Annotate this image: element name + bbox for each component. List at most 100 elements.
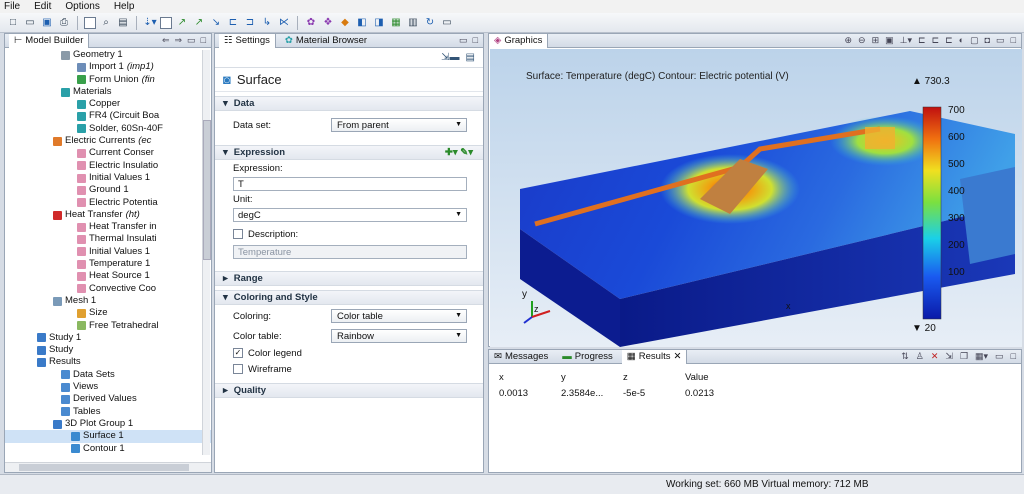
wireframe-checkbox[interactable] [233, 364, 243, 374]
view-yz-icon[interactable]: ⊏ [932, 35, 940, 46]
tree-item[interactable]: Geometry 1 [5, 49, 211, 61]
maximize-icon[interactable]: □ [1011, 351, 1016, 362]
export-icon[interactable]: ▤ [466, 52, 475, 63]
scene-light-icon[interactable]: ◐ [959, 35, 964, 46]
tab-settings[interactable]: ☷ Settings [219, 33, 276, 48]
print-icon[interactable]: ⎙ [57, 16, 71, 30]
camera-icon[interactable]: ◘ [985, 35, 990, 46]
transparency-icon[interactable]: ▢ [970, 35, 979, 46]
view-axes-icon[interactable]: ⊥▾ [900, 35, 912, 46]
tree-item[interactable]: Electric Insulatio [5, 160, 211, 172]
minimize-icon[interactable]: ▭ [187, 35, 196, 46]
save-icon[interactable]: ▣ [40, 16, 54, 30]
plot-icon[interactable]: ⇲▬ [441, 52, 459, 63]
section-data[interactable]: ▾ Data [215, 96, 483, 111]
description-checkbox[interactable] [233, 229, 243, 239]
section-coloring[interactable]: ▾ Coloring and Style [215, 290, 483, 305]
zoom-box-icon[interactable]: ⊞ [872, 35, 880, 46]
tab-results[interactable]: ▦ Results ✕ [621, 349, 688, 364]
tree-item[interactable]: Study 1 [5, 332, 211, 344]
tree-item[interactable]: Results [5, 356, 211, 368]
select-box-icon[interactable] [160, 16, 172, 29]
zoom-in-icon[interactable]: ⊕ [845, 35, 853, 46]
column-z[interactable]: z [623, 372, 685, 383]
domain-icon[interactable]: ⊏ [226, 16, 240, 30]
dataset-select[interactable]: From parent ▼ [331, 118, 467, 132]
tree-item[interactable]: Heat Transfer (ht) [5, 209, 211, 221]
plot-icon[interactable]: ⇲ [945, 351, 953, 362]
tree-item[interactable]: Size [5, 307, 211, 319]
tree-item[interactable]: Temperature 1 [5, 258, 211, 270]
maximize-icon[interactable]: □ [473, 35, 478, 46]
section-quality[interactable]: ▸ Quality [215, 383, 483, 398]
tab-progress[interactable]: ▬ Progress [557, 350, 618, 364]
tree-item[interactable]: Electric Currents (ec [5, 135, 211, 147]
table-view-icon[interactable]: ▦▾ [975, 351, 988, 362]
tab-graphics[interactable]: ◈ Graphics [489, 33, 549, 48]
expression-input[interactable]: T [233, 177, 467, 191]
tree-item[interactable]: Initial Values 1 [5, 172, 211, 184]
minimize-icon[interactable]: ▭ [459, 35, 468, 46]
tree-item[interactable]: Views [5, 381, 211, 393]
tree-item[interactable]: Initial Values 1 [5, 246, 211, 258]
line-icon[interactable]: ↗ [192, 16, 206, 30]
new-file-icon[interactable]: □ [6, 16, 20, 30]
tree-item[interactable]: Study [5, 344, 211, 356]
section-expression[interactable]: ▾ Expression ✚▾ ✎▾ [215, 145, 483, 160]
maximize-icon[interactable]: □ [201, 35, 206, 46]
close-icon[interactable]: ✕ [673, 351, 681, 362]
tree-item[interactable]: Solder, 60Sn-40F [5, 123, 211, 135]
mesh-select-icon[interactable]: ⋉ [277, 16, 291, 30]
tree-item[interactable]: Form Union (fin [5, 74, 211, 86]
pointer-icon[interactable]: ⇣▾ [143, 16, 157, 30]
plot-icon[interactable]: ▦ [389, 16, 403, 30]
window-icon[interactable] [84, 16, 96, 29]
material-icon[interactable]: ❖ [321, 16, 335, 30]
maximize-icon[interactable]: □ [1011, 35, 1016, 46]
tab-model-builder[interactable]: ⊢ Model Builder [9, 33, 90, 48]
mesh-icon[interactable]: ◆ [338, 16, 352, 30]
results-icon[interactable]: ◨ [372, 16, 386, 30]
point-icon[interactable]: ↘ [209, 16, 223, 30]
tree-item[interactable]: Ground 1 [5, 184, 211, 196]
copy-icon[interactable]: ❐ [960, 351, 968, 362]
description-input[interactable]: Temperature [233, 245, 467, 259]
menu-edit[interactable]: Edit [34, 1, 51, 12]
open-folder-icon[interactable]: ▭ [23, 16, 37, 30]
physics-icon[interactable]: ✿ [304, 16, 318, 30]
zoom-icon[interactable]: ⌕ [99, 16, 113, 30]
menu-help[interactable]: Help [114, 1, 135, 12]
zoom-extents-icon[interactable]: ▣ [885, 35, 894, 46]
tree-item[interactable]: Heat Source 1 [5, 270, 211, 282]
tree-item[interactable]: Mesh 1 [5, 295, 211, 307]
tree-item[interactable]: Thermal Insulati [5, 233, 211, 245]
arrow-right-icon[interactable]: ⇒ [175, 35, 183, 46]
chart-icon[interactable]: ♙ [916, 351, 924, 362]
tree-horizontal-scrollbar[interactable] [5, 462, 211, 472]
tree-item[interactable]: Surface 1 [5, 430, 211, 443]
minimize-icon[interactable]: ▭ [995, 351, 1004, 362]
delete-icon[interactable]: ✕ [931, 351, 939, 362]
tree-item[interactable]: Contour 1 [5, 443, 211, 455]
graphics-canvas[interactable]: Surface: Temperature (degC) Contour: Ele… [490, 49, 1022, 347]
view-zx-icon[interactable]: ⊏ [945, 35, 953, 46]
menu-options[interactable]: Options [65, 1, 99, 12]
add-expression-icon[interactable]: ✚▾ ✎▾ [445, 147, 483, 158]
table-icon[interactable]: ▥ [406, 16, 420, 30]
tree-item[interactable]: Free Tetrahedral [5, 320, 211, 332]
tab-material-browser[interactable]: ✿ Material Browser [280, 34, 372, 48]
zoom-out-icon[interactable]: ⊖ [858, 35, 866, 46]
coloring-select[interactable]: Color table ▼ [331, 309, 467, 323]
tree-item[interactable]: Electric Potentia [5, 197, 211, 209]
menu-file[interactable]: File [4, 1, 20, 12]
unit-select[interactable]: degC ▼ [233, 208, 467, 222]
scroll-thumb[interactable] [19, 464, 189, 471]
table-row[interactable]: 0.0013 2.3584e... -5e-5 0.0213 [489, 388, 1021, 399]
tree-item[interactable]: Current Conser [5, 147, 211, 159]
column-x[interactable]: x [499, 372, 561, 383]
curve-icon[interactable]: ↳ [260, 16, 274, 30]
study-icon[interactable]: ◧ [355, 16, 369, 30]
view-xy-icon[interactable]: ⊏ [918, 35, 926, 46]
tree-item[interactable]: Materials [5, 86, 211, 98]
color-legend-checkbox[interactable]: ✓ [233, 348, 243, 358]
